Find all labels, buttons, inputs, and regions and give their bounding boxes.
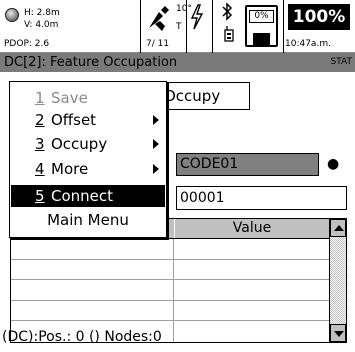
- status-divider: [186, 0, 187, 53]
- sat-count: 7/ 11: [146, 39, 170, 49]
- power-bolt-icon: [190, 4, 204, 30]
- menu-item-label: Occupy: [51, 135, 108, 153]
- menu-item-number: 1: [35, 89, 45, 107]
- status-divider: [140, 0, 141, 53]
- arrow-up-icon: [334, 225, 344, 231]
- feature-code-field[interactable]: CODE01: [176, 153, 319, 176]
- menu-item-offset[interactable]: 2 Offset: [11, 109, 165, 131]
- v-accuracy: V: 4.0m: [24, 20, 59, 30]
- menu-item-label: Connect: [51, 187, 114, 205]
- code-bullet[interactable]: ●: [327, 156, 339, 172]
- status-divider: [212, 0, 213, 53]
- menu-item-label: Save: [51, 89, 88, 107]
- card-notch: [253, 33, 270, 45]
- bluetooth-icon[interactable]: [220, 2, 234, 22]
- menu-item-number: 5: [35, 187, 45, 205]
- submenu-arrow-icon: [153, 139, 159, 149]
- menu-item-label: More: [51, 160, 89, 178]
- menu-item-main-menu[interactable]: Main Menu: [11, 209, 165, 231]
- gps-indicator-icon: [5, 8, 19, 22]
- table-scrollbar[interactable]: [329, 219, 346, 342]
- submenu-arrow-icon: [153, 115, 159, 125]
- radio-icon: [224, 26, 234, 42]
- row-divider: [11, 279, 329, 280]
- status-footer: (DC):Pos.: 0 () Nodes:0: [0, 329, 355, 352]
- menu-item-number: 3: [35, 135, 45, 153]
- scroll-up-button[interactable]: [330, 219, 346, 237]
- satellite-icon[interactable]: [146, 4, 178, 34]
- popup-menu: 1 Save 2 Offset 3 Occupy 4 More 5 Connec…: [9, 81, 167, 238]
- row-divider: [11, 320, 329, 321]
- node-status-text: (DC):Pos.: 0 () Nodes:0: [2, 329, 162, 345]
- stat-label[interactable]: STAT: [331, 57, 352, 67]
- menu-item-label: Offset: [51, 111, 97, 129]
- h-accuracy: H: 2.8m: [24, 8, 60, 18]
- occupy-button[interactable]: Occupy: [161, 82, 250, 110]
- menu-item-number: 4: [35, 160, 45, 178]
- pdop-readout: PDOP: 2.6: [4, 39, 50, 49]
- menu-item-more[interactable]: 4 More: [11, 158, 165, 180]
- submenu-arrow-icon: [153, 164, 159, 174]
- column-header-value[interactable]: Value: [174, 219, 329, 238]
- sat-type: T: [176, 22, 182, 32]
- column-divider: [173, 239, 174, 342]
- battery-level[interactable]: 100%: [288, 4, 350, 30]
- title-bar: DC[2]: Feature Occupation STAT: [0, 53, 355, 72]
- memory-card-icon[interactable]: 0%: [245, 5, 278, 47]
- menu-item-save[interactable]: 1 Save: [11, 87, 165, 109]
- menu-item-connect[interactable]: 5 Connect: [11, 185, 165, 207]
- status-bar: H: 2.8m V: 4.0m PDOP: 2.6 10° T 7/ 11 0%…: [0, 0, 355, 53]
- scroll-down-button[interactable]: [330, 324, 346, 342]
- menu-item-number: 2: [35, 111, 45, 129]
- menu-item-occupy[interactable]: 3 Occupy: [11, 133, 165, 155]
- row-divider: [11, 259, 329, 260]
- arrow-down-icon: [334, 331, 344, 337]
- point-number-field[interactable]: 00001: [176, 186, 347, 210]
- status-divider: [283, 0, 284, 53]
- card-percent: 0%: [249, 10, 274, 23]
- page-title: DC[2]: Feature Occupation: [4, 55, 178, 70]
- clock: 10:47a.m.: [285, 39, 331, 49]
- menu-item-label: Main Menu: [47, 211, 129, 229]
- row-divider: [11, 300, 329, 301]
